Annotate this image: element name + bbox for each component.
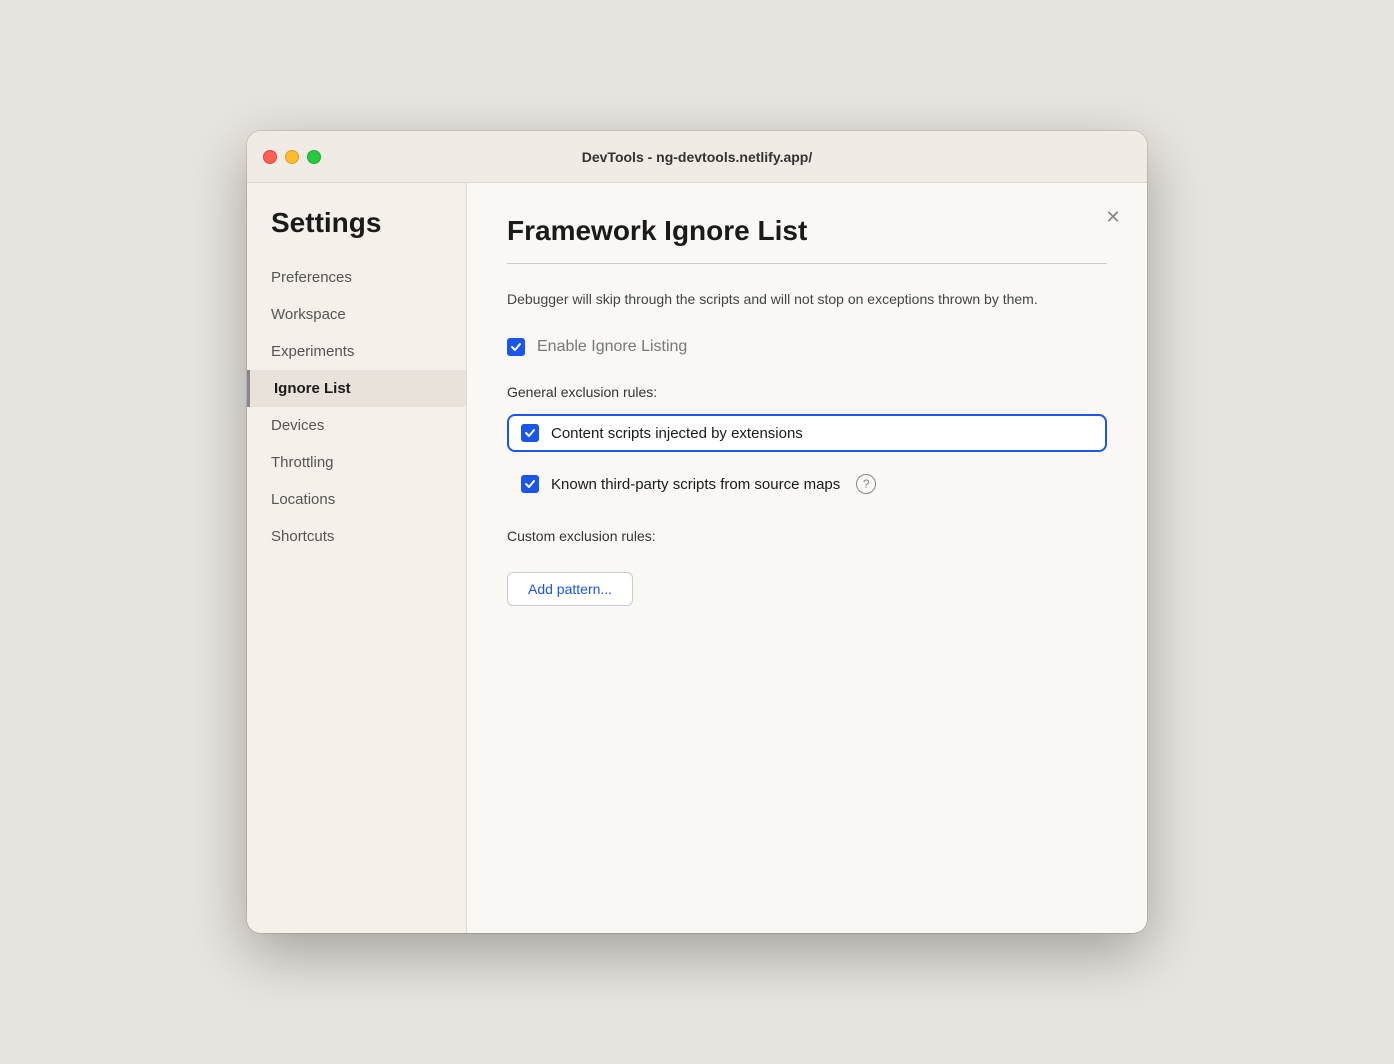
titlebar: DevTools - ng-devtools.netlify.app/ (247, 131, 1147, 183)
sidebar-item-ignore-list[interactable]: Ignore List (247, 370, 466, 407)
window-body: Settings Preferences Workspace Experimen… (247, 183, 1147, 933)
sidebar-item-workspace[interactable]: Workspace (247, 296, 466, 333)
minimize-traffic-light[interactable] (285, 150, 299, 164)
close-button[interactable]: ✕ (1099, 203, 1127, 231)
third-party-scripts-row: Known third-party scripts from source ma… (507, 464, 1107, 504)
traffic-lights (263, 150, 321, 164)
content-scripts-row: Content scripts injected by extensions (507, 414, 1107, 452)
general-exclusion-section: General exclusion rules: Content scripts… (507, 384, 1107, 504)
sidebar: Settings Preferences Workspace Experimen… (247, 183, 467, 933)
divider (507, 263, 1107, 264)
third-party-scripts-label: Known third-party scripts from source ma… (551, 476, 840, 493)
sidebar-item-devices[interactable]: Devices (247, 407, 466, 444)
window-title: DevTools - ng-devtools.netlify.app/ (582, 149, 813, 165)
enable-ignore-listing-checkbox[interactable] (507, 338, 525, 356)
help-icon[interactable]: ? (856, 474, 876, 494)
maximize-traffic-light[interactable] (307, 150, 321, 164)
close-traffic-light[interactable] (263, 150, 277, 164)
main-content: ✕ Framework Ignore List Debugger will sk… (467, 183, 1147, 933)
page-title: Framework Ignore List (507, 215, 1107, 247)
sidebar-item-throttling[interactable]: Throttling (247, 444, 466, 481)
sidebar-item-preferences[interactable]: Preferences (247, 259, 466, 296)
description-text: Debugger will skip through the scripts a… (507, 288, 1067, 310)
sidebar-item-shortcuts[interactable]: Shortcuts (247, 518, 466, 555)
content-scripts-checkbox[interactable] (521, 424, 539, 442)
sidebar-item-locations[interactable]: Locations (247, 481, 466, 518)
add-pattern-button[interactable]: Add pattern... (507, 572, 633, 606)
enable-ignore-listing-label: Enable Ignore Listing (537, 338, 687, 356)
content-scripts-label: Content scripts injected by extensions (551, 425, 803, 442)
custom-exclusion-section: Custom exclusion rules: Add pattern... (507, 528, 1107, 606)
devtools-window: DevTools - ng-devtools.netlify.app/ Sett… (247, 131, 1147, 933)
sidebar-title: Settings (247, 207, 466, 259)
third-party-scripts-checkbox[interactable] (521, 475, 539, 493)
enable-ignore-listing-row: Enable Ignore Listing (507, 338, 1107, 356)
sidebar-item-experiments[interactable]: Experiments (247, 333, 466, 370)
custom-section-label: Custom exclusion rules: (507, 528, 1107, 544)
general-section-label: General exclusion rules: (507, 384, 1107, 400)
